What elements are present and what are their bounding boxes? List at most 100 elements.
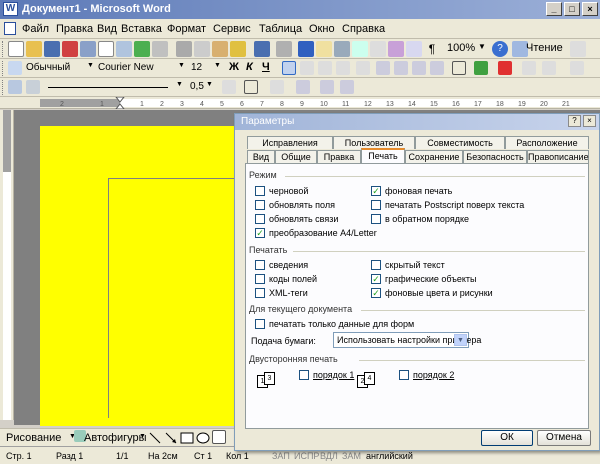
highlight-icon[interactable] [474,61,488,75]
front-order-box[interactable] [299,370,309,380]
menu-insert[interactable]: Вставка [121,23,162,35]
line-spacing-icon[interactable] [356,61,370,75]
styles-icon[interactable] [8,61,22,75]
dialog-title-bar[interactable]: Параметры ? × [235,114,599,130]
help-icon[interactable]: ? [492,41,508,57]
oval-tool-icon[interactable] [196,431,210,445]
tab-file-locations[interactable]: Расположение [505,136,589,149]
underline-button[interactable]: Ч [262,61,270,73]
autoshapes-menu[interactable]: Автофигуры [84,432,147,444]
format-painter-icon[interactable] [230,41,246,57]
tab-revisions[interactable]: Исправления [247,136,333,149]
drawing-objects-box[interactable]: ✓ [371,274,381,284]
toolbar-extra-icon-1[interactable] [522,61,536,75]
redo-icon[interactable] [276,41,292,57]
insert-excel-icon[interactable] [352,41,368,57]
status-ext[interactable]: ВДЛ [320,451,338,461]
font-color-icon[interactable] [498,61,512,75]
draft-output-box[interactable] [255,186,265,196]
line-weight-dropdown[interactable]: 0,5 [190,81,204,92]
research-icon[interactable] [152,41,168,57]
show-formatting-icon[interactable]: ¶ [424,41,440,57]
tables-borders-icon[interactable] [316,41,332,57]
draw-table-icon[interactable] [8,80,22,94]
open-icon[interactable] [26,41,42,57]
align-right-icon[interactable] [318,61,332,75]
drawing-icon[interactable] [388,41,404,57]
background-printing-box[interactable]: ✓ [371,186,381,196]
bullets-icon[interactable] [394,61,408,75]
style-dropdown[interactable]: Обычный [26,62,70,73]
maximize-button[interactable]: □ [564,2,580,16]
menu-tools[interactable]: Сервис [213,23,251,35]
update-links-box[interactable] [255,214,265,224]
menu-window[interactable]: Окно [309,23,335,35]
textbox-tool-icon[interactable] [212,430,226,444]
toolbar-extra-icon-3[interactable] [570,61,584,75]
postscript-over-text-box[interactable] [371,200,381,210]
cancel-button[interactable]: Отмена [537,430,591,446]
reverse-order-box[interactable] [371,214,381,224]
status-trk[interactable]: ИСПР [294,451,319,461]
minimize-button[interactable]: _ [546,2,562,16]
numbering-icon[interactable] [376,61,390,75]
word-icon[interactable]: W [3,2,18,16]
vertical-ruler[interactable] [0,110,14,420]
tab-compatibility[interactable]: Совместимость [415,136,505,149]
tab-print[interactable]: Печать [361,148,405,163]
decrease-indent-icon[interactable] [412,61,426,75]
zoom-box[interactable]: 100% [447,42,475,54]
menu-view[interactable]: Вид [97,23,117,35]
tab-spelling[interactable]: Правописание [527,150,589,163]
font-dropdown[interactable]: Courier New [98,62,154,73]
form-data-only-box[interactable] [255,319,265,329]
dialog-help-button[interactable]: ? [568,115,581,127]
menu-format[interactable]: Формат [167,23,206,35]
eraser-icon[interactable] [26,80,40,94]
menu-file[interactable]: Файл [22,23,49,35]
merge-cells-icon[interactable] [320,80,334,94]
align-left-icon[interactable] [282,61,296,75]
menu-table[interactable]: Таблица [259,23,302,35]
tab-view[interactable]: Вид [247,150,275,163]
save-icon[interactable] [44,41,60,57]
status-ovr[interactable]: ЗАМ [342,451,361,461]
tab-save[interactable]: Сохранение [405,150,463,163]
document-properties-box[interactable] [255,260,265,270]
update-fields-box[interactable] [255,200,265,210]
document-icon[interactable] [4,22,16,35]
print-icon[interactable] [98,41,114,57]
outside-border-icon[interactable] [244,80,258,94]
permission-icon[interactable] [62,41,78,57]
read-button[interactable]: Чтение [526,42,563,54]
hyperlink-icon[interactable] [298,41,314,57]
tab-security[interactable]: Безопасность [463,150,527,163]
background-colors-box[interactable]: ✓ [371,288,381,298]
back-order-box[interactable] [399,370,409,380]
cut-icon[interactable] [176,41,192,57]
increase-indent-icon[interactable] [430,61,444,75]
justify-icon[interactable] [336,61,350,75]
options-icon[interactable] [570,41,586,57]
tab-general[interactable]: Общие [275,150,317,163]
split-cells-icon[interactable] [340,80,354,94]
print-preview-icon[interactable] [116,41,132,57]
toolbar-extra-icon-2[interactable] [542,61,556,75]
menu-help[interactable]: Справка [342,23,385,35]
spelling-icon[interactable] [134,41,150,57]
horizontal-ruler[interactable]: 21 123 456 789 10 11 12 13 14 15 16 17 18 19 20… [0,97,600,109]
xml-tags-box[interactable] [255,288,265,298]
border-icon[interactable] [452,61,466,75]
email-icon[interactable] [80,41,96,57]
undo-icon[interactable] [254,41,270,57]
hidden-text-box[interactable] [371,260,381,270]
zoom-dropdown-icon[interactable]: ▼ [478,42,486,51]
insert-table-2-icon[interactable] [296,80,310,94]
arrow-tool-icon[interactable] [164,431,178,445]
bold-button[interactable]: Ж [229,61,239,73]
italic-button[interactable]: К [246,61,253,73]
chevron-down-icon[interactable]: ▼ [454,334,467,346]
size-dropdown[interactable]: 12 [191,62,202,73]
new-document-icon[interactable] [8,41,24,57]
columns-icon[interactable] [370,41,386,57]
